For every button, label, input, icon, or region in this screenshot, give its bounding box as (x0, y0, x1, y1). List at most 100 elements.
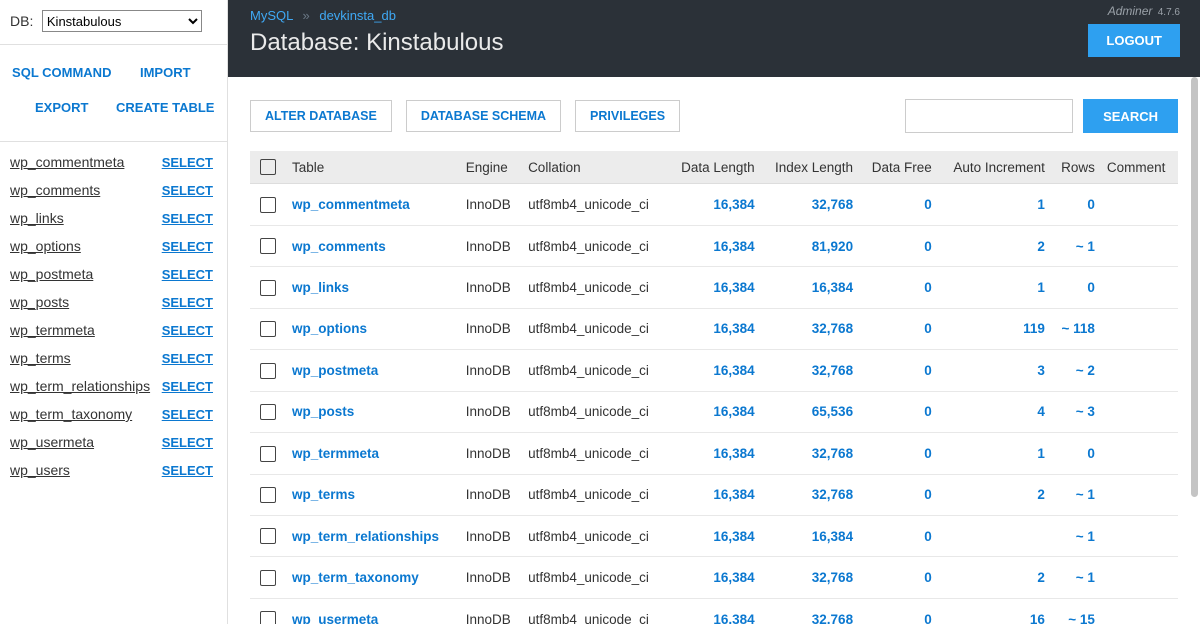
cell-table[interactable]: wp_terms (286, 474, 460, 515)
cell-auto-increment[interactable]: 3 (938, 350, 1051, 391)
cell-auto-increment[interactable]: 1 (938, 184, 1051, 225)
sidebar-select-link[interactable]: SELECT (162, 155, 213, 170)
breadcrumb-server[interactable]: MySQL (250, 8, 293, 23)
cell-rows[interactable]: ~ 1 (1051, 225, 1101, 266)
cell-auto-increment[interactable]: 1 (938, 433, 1051, 474)
select-all-checkbox[interactable] (260, 159, 276, 175)
cell-table[interactable]: wp_term_taxonomy (286, 557, 460, 598)
scrollbar[interactable] (1191, 77, 1198, 497)
col-index-length[interactable]: Index Length (761, 151, 859, 184)
col-engine[interactable]: Engine (460, 151, 522, 184)
col-data-length[interactable]: Data Length (667, 151, 760, 184)
cell-table[interactable]: wp_comments (286, 225, 460, 266)
cell-index-length[interactable]: 16,384 (761, 515, 859, 556)
cell-rows[interactable]: ~ 15 (1051, 598, 1101, 624)
sidebar-select-link[interactable]: SELECT (162, 351, 213, 366)
sidebar-select-link[interactable]: SELECT (162, 239, 213, 254)
cell-index-length[interactable]: 81,920 (761, 225, 859, 266)
cell-index-length[interactable]: 32,768 (761, 308, 859, 349)
db-dropdown[interactable]: Kinstabulous (42, 10, 202, 32)
cell-data-free[interactable]: 0 (859, 308, 938, 349)
cell-data-free[interactable]: 0 (859, 350, 938, 391)
row-checkbox[interactable] (260, 404, 276, 420)
sidebar-select-link[interactable]: SELECT (162, 295, 213, 310)
row-checkbox[interactable] (260, 197, 276, 213)
sidebar-select-link[interactable]: SELECT (162, 435, 213, 450)
cell-rows[interactable]: 0 (1051, 267, 1101, 308)
cell-data-free[interactable]: 0 (859, 598, 938, 624)
cell-data-free[interactable]: 0 (859, 225, 938, 266)
import-link[interactable]: IMPORT (114, 59, 218, 94)
row-checkbox[interactable] (260, 487, 276, 503)
row-checkbox[interactable] (260, 238, 276, 254)
cell-table[interactable]: wp_postmeta (286, 350, 460, 391)
cell-index-length[interactable]: 32,768 (761, 184, 859, 225)
sidebar-table-link[interactable]: wp_users (10, 462, 70, 478)
sidebar-table-link[interactable]: wp_term_taxonomy (10, 406, 132, 422)
cell-rows[interactable]: ~ 118 (1051, 308, 1101, 349)
col-collation[interactable]: Collation (522, 151, 667, 184)
cell-rows[interactable]: 0 (1051, 433, 1101, 474)
cell-data-length[interactable]: 16,384 (667, 391, 760, 432)
cell-data-length[interactable]: 16,384 (667, 598, 760, 624)
create-table-link[interactable]: CREATE TABLE (114, 94, 218, 129)
sidebar-table-link[interactable]: wp_postmeta (10, 266, 93, 282)
sidebar-table-link[interactable]: wp_terms (10, 350, 71, 366)
sidebar-table-link[interactable]: wp_comments (10, 182, 100, 198)
sidebar-table-link[interactable]: wp_usermeta (10, 434, 94, 450)
sidebar-select-link[interactable]: SELECT (162, 211, 213, 226)
cell-data-length[interactable]: 16,384 (667, 184, 760, 225)
sidebar-table-link[interactable]: wp_links (10, 210, 64, 226)
cell-auto-increment[interactable]: 1 (938, 267, 1051, 308)
cell-auto-increment[interactable]: 2 (938, 225, 1051, 266)
sidebar-table-link[interactable]: wp_options (10, 238, 81, 254)
export-link[interactable]: EXPORT (10, 94, 114, 129)
cell-data-length[interactable]: 16,384 (667, 433, 760, 474)
cell-data-length[interactable]: 16,384 (667, 350, 760, 391)
cell-data-length[interactable]: 16,384 (667, 557, 760, 598)
cell-index-length[interactable]: 32,768 (761, 557, 859, 598)
cell-index-length[interactable]: 16,384 (761, 267, 859, 308)
row-checkbox[interactable] (260, 280, 276, 296)
sql-command-link[interactable]: SQL COMMAND (10, 59, 114, 94)
database-schema-button[interactable]: DATABASE SCHEMA (406, 100, 561, 132)
sidebar-select-link[interactable]: SELECT (162, 267, 213, 282)
cell-index-length[interactable]: 65,536 (761, 391, 859, 432)
privileges-button[interactable]: PRIVILEGES (575, 100, 680, 132)
alter-database-button[interactable]: ALTER DATABASE (250, 100, 392, 132)
cell-data-length[interactable]: 16,384 (667, 308, 760, 349)
cell-data-free[interactable]: 0 (859, 557, 938, 598)
col-data-free[interactable]: Data Free (859, 151, 938, 184)
col-rows[interactable]: Rows (1051, 151, 1101, 184)
sidebar-table-link[interactable]: wp_commentmeta (10, 154, 124, 170)
cell-rows[interactable]: ~ 3 (1051, 391, 1101, 432)
cell-table[interactable]: wp_links (286, 267, 460, 308)
breadcrumb-database[interactable]: devkinsta_db (319, 8, 396, 23)
cell-rows[interactable]: ~ 1 (1051, 557, 1101, 598)
cell-data-free[interactable]: 0 (859, 433, 938, 474)
cell-data-free[interactable]: 0 (859, 184, 938, 225)
cell-auto-increment[interactable]: 2 (938, 557, 1051, 598)
cell-index-length[interactable]: 32,768 (761, 474, 859, 515)
cell-table[interactable]: wp_options (286, 308, 460, 349)
cell-data-length[interactable]: 16,384 (667, 225, 760, 266)
cell-auto-increment[interactable]: 2 (938, 474, 1051, 515)
cell-rows[interactable]: ~ 2 (1051, 350, 1101, 391)
cell-rows[interactable]: ~ 1 (1051, 474, 1101, 515)
cell-rows[interactable]: ~ 1 (1051, 515, 1101, 556)
col-table[interactable]: Table (286, 151, 460, 184)
search-input[interactable] (905, 99, 1073, 133)
row-checkbox[interactable] (260, 321, 276, 337)
row-checkbox[interactable] (260, 528, 276, 544)
cell-table[interactable]: wp_termmeta (286, 433, 460, 474)
sidebar-select-link[interactable]: SELECT (162, 183, 213, 198)
cell-index-length[interactable]: 32,768 (761, 350, 859, 391)
cell-index-length[interactable]: 32,768 (761, 598, 859, 624)
cell-data-free[interactable]: 0 (859, 474, 938, 515)
cell-table[interactable]: wp_term_relationships (286, 515, 460, 556)
cell-rows[interactable]: 0 (1051, 184, 1101, 225)
sidebar-table-link[interactable]: wp_posts (10, 294, 69, 310)
row-checkbox[interactable] (260, 570, 276, 586)
sidebar-select-link[interactable]: SELECT (162, 407, 213, 422)
row-checkbox[interactable] (260, 363, 276, 379)
